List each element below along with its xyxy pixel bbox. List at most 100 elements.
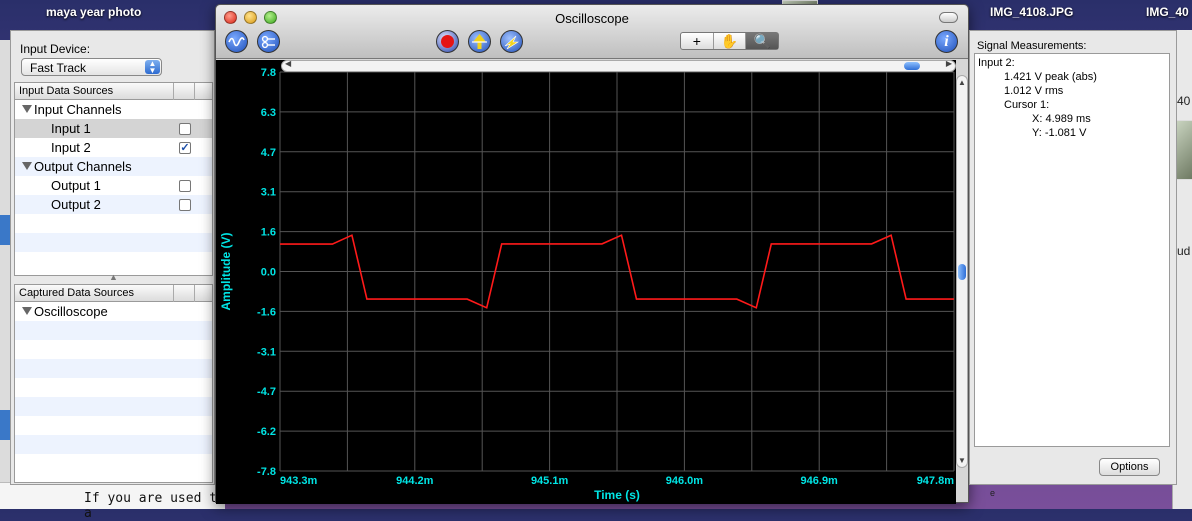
input-device-value: Fast Track (30, 61, 87, 75)
captured-sources-header[interactable]: Captured Data Sources (15, 285, 212, 302)
empty-row (15, 359, 212, 378)
hand-tool-button[interactable]: ✋ (714, 33, 747, 49)
measurement-line: Y: -1.081 V (1032, 127, 1087, 139)
x-tick-label: 943.3m (280, 475, 318, 487)
captured-sources-list: Oscilloscope (15, 302, 212, 473)
scroll-left-icon[interactable]: ◀ (285, 59, 291, 68)
source-label: Input 2 (51, 140, 91, 155)
y-tick-label: 1.6 (261, 227, 276, 239)
partial-text-ud: ud (1177, 244, 1191, 258)
popup-arrows-icon: ▲ ▼ (145, 60, 160, 75)
empty-row (15, 340, 212, 359)
record-icon[interactable] (436, 30, 459, 53)
partial-text-e: e (990, 488, 996, 498)
scope-chart[interactable]: 7.8 6.3 4.7 3.1 1.6 0.0 -1.6 -3.1 -4.7 -6.2 -7.8 94… (216, 60, 956, 504)
group-row[interactable]: Oscilloscope (15, 302, 212, 321)
measurement-line: 1.421 V peak (abs) (1004, 71, 1097, 83)
y-tick-label: 4.7 (261, 147, 276, 159)
measurements-header: Signal Measurements: (977, 40, 1087, 52)
y-axis-label: Amplitude (V) (219, 233, 233, 311)
group-row[interactable]: Input Channels (15, 100, 212, 119)
captured-sources-table: Captured Data Sources Oscilloscope (14, 284, 213, 483)
oscilloscope-plot[interactable]: 7.8 6.3 4.7 3.1 1.6 0.0 -1.6 -3.1 -4.7 -6.2 -7.8 94… (216, 60, 956, 504)
source-label: Output Channels (34, 159, 132, 174)
y-tick-label: -3.1 (257, 346, 276, 358)
input-sources-list: Input Channels Input 1 Input 2 ✓ Output Chan… (15, 100, 212, 271)
sources-drawer: Input Device: Fast Track ▲ ▼ Input Data S… (10, 30, 215, 485)
splitter-grip-icon: ▲ (109, 272, 118, 282)
y-tick-label: 0.0 (261, 267, 276, 279)
source-row[interactable]: Input 2 ✓ (15, 138, 212, 157)
y-tick-label: 6.3 (261, 107, 276, 119)
measurement-line: Input 2: (978, 57, 1015, 69)
horizontal-scroll-thumb[interactable] (904, 62, 920, 70)
background-document-text: If you are used to a (84, 491, 225, 521)
disclosure-triangle-icon[interactable] (22, 307, 32, 315)
drawer-splitter[interactable]: ▲ (14, 272, 213, 283)
measurement-line: Cursor 1: (1004, 99, 1050, 111)
source-label: Output 2 (51, 197, 101, 212)
horizontal-scrollbar[interactable]: ◀ ▶ (281, 59, 956, 72)
desktop-label-img4108[interactable]: IMG_4108.JPG (990, 5, 1073, 19)
x-tick-label: 946.9m (801, 475, 839, 487)
source-row[interactable]: Input 1 (15, 119, 212, 138)
trigger-icon[interactable] (468, 30, 491, 53)
background-window-strip (0, 40, 10, 490)
y-tick-label: -1.6 (257, 306, 276, 318)
source-row[interactable]: Output 1 (15, 176, 212, 195)
partial-photo (1175, 120, 1192, 180)
x-tick-label: 945.1m (531, 475, 569, 487)
source-checkbox[interactable] (179, 180, 191, 192)
source-checkbox[interactable]: ✓ (179, 142, 191, 154)
tool-mode-selector: + ✋ 🔍 (680, 32, 779, 50)
capture-icon[interactable] (500, 30, 523, 53)
x-tick-label: 947.8m (917, 475, 955, 487)
x-tick-label: 946.0m (666, 475, 704, 487)
waveform-icon[interactable] (225, 30, 248, 53)
measurement-line: 1.012 V rms (1004, 85, 1064, 97)
desktop-label-img40[interactable]: IMG_40 (1146, 5, 1189, 19)
info-icon[interactable]: i (935, 30, 958, 53)
partial-text-40: 40 (1177, 94, 1191, 108)
vertical-scroll-thumb[interactable] (958, 264, 966, 280)
empty-row (15, 214, 212, 233)
measurements-box: Input 2: 1.421 V peak (abs) 1.012 V rms … (974, 53, 1170, 447)
empty-row (15, 378, 212, 397)
titlebar[interactable]: Oscilloscope + ✋ 🔍 i (216, 5, 968, 59)
y-tick-label: 3.1 (261, 187, 276, 199)
zoom-tool-button[interactable]: 🔍 (746, 33, 779, 49)
desktop-label-maya[interactable]: maya year photo (46, 5, 141, 19)
scroll-right-icon[interactable]: ▶ (946, 59, 952, 68)
source-checkbox[interactable] (179, 123, 191, 135)
toolbar-toggle-button[interactable] (939, 12, 958, 23)
empty-row (15, 435, 212, 454)
scroll-down-icon[interactable]: ▼ (958, 456, 966, 465)
input-sources-header[interactable]: Input Data Sources (15, 83, 212, 100)
input-sources-table: Input Data Sources Input Channels Input 1… (14, 82, 213, 276)
y-tick-label: -7.8 (257, 466, 276, 478)
source-checkbox[interactable] (179, 199, 191, 211)
input-device-select[interactable]: Fast Track ▲ ▼ (21, 58, 162, 76)
oscilloscope-window: Oscilloscope + ✋ 🔍 i 7.8 6.3 4.7 3.1 1.6 0.0 -… (215, 4, 969, 504)
crosshair-tool-button[interactable]: + (681, 33, 714, 49)
source-row[interactable]: Output 2 (15, 195, 212, 214)
input-device-label: Input Device: (20, 42, 91, 56)
group-row[interactable]: Output Channels (15, 157, 212, 176)
window-title: Oscilloscope (555, 11, 629, 26)
scroll-up-icon[interactable]: ▲ (958, 78, 966, 87)
settings-icon[interactable] (257, 30, 280, 53)
empty-row (15, 252, 212, 271)
empty-row (15, 397, 212, 416)
x-axis-label: Time (s) (594, 488, 640, 502)
y-tick-label: -4.7 (257, 386, 276, 398)
empty-row (15, 416, 212, 435)
source-label: Output 1 (51, 178, 101, 193)
vertical-scrollbar[interactable]: ▲ ▼ (956, 75, 968, 468)
measurement-line: X: 4.989 ms (1032, 113, 1091, 125)
source-label: Oscilloscope (34, 304, 108, 319)
options-button[interactable]: Options (1099, 458, 1160, 476)
disclosure-triangle-icon[interactable] (22, 105, 32, 113)
empty-row (15, 233, 212, 252)
x-tick-label: 944.2m (396, 475, 434, 487)
disclosure-triangle-icon[interactable] (22, 162, 32, 170)
